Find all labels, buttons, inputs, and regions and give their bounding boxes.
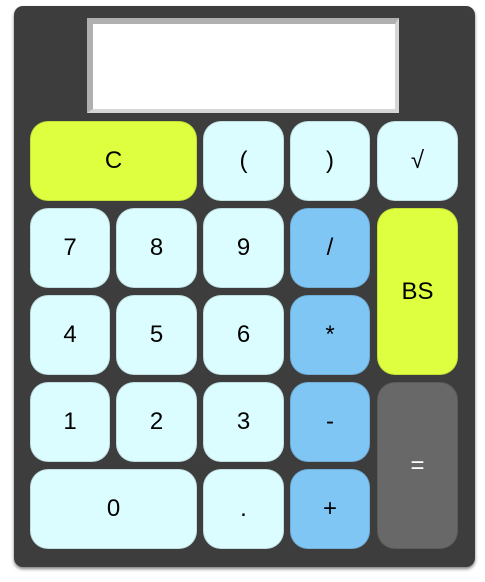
add-button[interactable]: + xyxy=(290,469,370,549)
equals-button[interactable]: = xyxy=(377,382,458,549)
right-paren-button[interactable]: ) xyxy=(290,121,370,201)
multiply-button[interactable]: * xyxy=(290,295,370,375)
left-paren-button[interactable]: ( xyxy=(203,121,284,201)
digit-6-button[interactable]: 6 xyxy=(203,295,284,375)
clear-button[interactable]: C xyxy=(30,121,197,201)
digit-3-button[interactable]: 3 xyxy=(203,382,284,462)
subtract-button[interactable]: - xyxy=(290,382,370,462)
digit-5-button[interactable]: 5 xyxy=(116,295,197,375)
digit-1-button[interactable]: 1 xyxy=(30,382,110,462)
digit-8-button[interactable]: 8 xyxy=(116,208,197,288)
square-root-button[interactable]: √ xyxy=(377,121,458,201)
digit-9-button[interactable]: 9 xyxy=(203,208,284,288)
backspace-button[interactable]: BS xyxy=(377,208,458,375)
digit-2-button[interactable]: 2 xyxy=(116,382,197,462)
digit-4-button[interactable]: 4 xyxy=(30,295,110,375)
digit-7-button[interactable]: 7 xyxy=(30,208,110,288)
calculator-display xyxy=(87,18,399,113)
divide-button[interactable]: / xyxy=(290,208,370,288)
digit-0-button[interactable]: 0 xyxy=(30,469,197,549)
decimal-button[interactable]: . xyxy=(203,469,284,549)
